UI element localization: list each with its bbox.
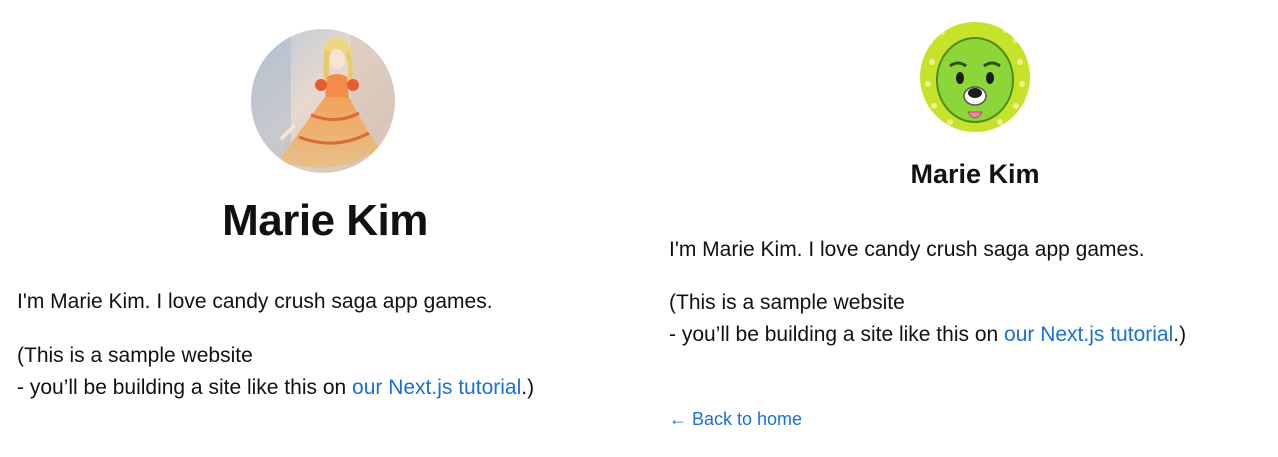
princess-illustration-icon — [251, 29, 395, 173]
sample-note: (This is a sample website - you’ll be bu… — [669, 287, 1186, 351]
page: Marie Kim I'm Marie Kim. I love candy cr… — [0, 0, 1278, 457]
nextjs-tutorial-link[interactable]: our Next.js tutorial — [352, 376, 521, 399]
profile-avatar — [251, 29, 395, 173]
sample-note-line2-prefix: - you’ll be building a site like this on — [669, 323, 1005, 346]
profile-avatar-small[interactable] — [920, 22, 1030, 132]
intro-text: I'm Marie Kim. I love candy crush saga a… — [17, 290, 493, 313]
sample-note-line1: (This is a sample website — [669, 291, 905, 314]
profile-name-heading: Marie Kim — [910, 159, 1040, 189]
sample-note-line2-suffix: .) — [1173, 323, 1187, 346]
green-cartoon-character-icon — [920, 22, 1030, 132]
sample-note-line2-suffix: .) — [521, 376, 535, 399]
sample-note-line2-prefix: - you’ll be building a site like this on — [17, 376, 353, 399]
back-to-home-link[interactable]: ← Back to home — [669, 406, 802, 432]
sample-note-line1: (This is a sample website — [17, 344, 253, 367]
intro-text: I'm Marie Kim. I love candy crush saga a… — [669, 238, 1145, 261]
sample-note: (This is a sample website - you’ll be bu… — [17, 340, 534, 404]
nextjs-tutorial-link[interactable]: our Next.js tutorial — [1004, 323, 1173, 346]
profile-name-heading: Marie Kim — [222, 196, 428, 245]
